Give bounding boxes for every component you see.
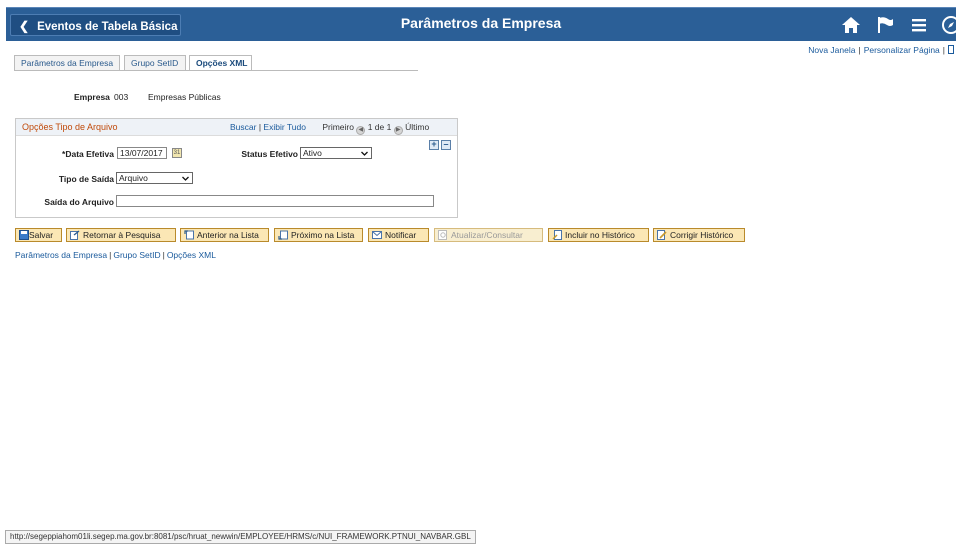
delete-row-icon[interactable]: – <box>441 140 451 150</box>
previous-row-icon[interactable]: ◀ <box>356 126 366 135</box>
output-file-label: Saída do Arquivo <box>44 197 114 207</box>
panel-title: Opções Tipo de Arquivo <box>22 122 118 132</box>
notify-button[interactable]: Notificar <box>368 228 429 242</box>
bottom-link-opcoes-xml[interactable]: Opções XML <box>167 250 216 260</box>
page-header: ❮ Eventos de Tabela Básica Parâmetros da … <box>6 7 956 41</box>
correct-history-button[interactable]: Corrigir Histórico <box>653 228 745 242</box>
view-all-link[interactable]: Exibir Tudo <box>263 122 306 132</box>
effective-status-value: Ativo <box>303 148 322 158</box>
previous-in-list-label: Anterior na Lista <box>197 230 259 240</box>
next-row-icon[interactable]: ▶ <box>393 126 403 135</box>
tab-opcoes-xml[interactable]: Opções XML <box>189 55 252 71</box>
tab-parametros-empresa[interactable]: Parâmetros da Empresa <box>14 55 120 70</box>
last-label: Último <box>405 122 430 132</box>
tab-label: Grupo SetID <box>131 58 179 68</box>
bottom-link-parametros-empresa[interactable]: Parâmetros da Empresa <box>15 250 107 260</box>
first-label: Primeiro <box>322 122 354 132</box>
page-title: Parâmetros da Empresa <box>400 15 562 31</box>
return-search-icon <box>70 230 80 240</box>
row-range: 1 de 1 <box>367 122 392 132</box>
search-link[interactable]: Buscar <box>230 122 256 132</box>
update-display-label: Atualizar/Consultar <box>451 230 523 240</box>
output-type-label: Tipo de Saída <box>58 174 114 184</box>
save-icon <box>19 230 29 240</box>
next-in-list-button[interactable]: Próximo na Lista <box>274 228 363 242</box>
effective-date-label: *Data Efetiva <box>62 149 114 159</box>
previous-in-list-button[interactable]: Anterior na Lista <box>180 228 269 242</box>
empresa-label: Empresa <box>74 92 110 102</box>
calendar-icon[interactable]: 31 <box>172 148 182 158</box>
tab-label: Parâmetros da Empresa <box>21 58 114 68</box>
tab-label: Opções XML <box>196 58 248 68</box>
output-type-value: Arquivo <box>119 173 148 183</box>
empresa-code: 003 <box>114 92 129 102</box>
bottom-page-links: Parâmetros da Empresa | Grupo SetID | Opções… <box>15 250 216 260</box>
next-in-list-label: Próximo na Lista <box>291 230 355 240</box>
top-links: Nova Janela | Personalizar Página | <box>808 45 954 55</box>
tab-grupo-setid[interactable]: Grupo SetID <box>124 55 186 70</box>
return-to-search-button[interactable]: Retornar à Pesquisa <box>66 228 176 242</box>
correct-history-icon <box>657 230 667 240</box>
effective-status-select[interactable]: Ativo <box>300 147 372 159</box>
next-list-icon <box>278 230 288 240</box>
window-top-edge <box>0 0 956 7</box>
menu-icon[interactable] <box>908 14 930 36</box>
chevron-down-icon <box>361 151 368 156</box>
browser-status-bar: http://segeppiahom01li.segep.ma.gov.br:8… <box>5 530 476 544</box>
personalize-page-link[interactable]: Personalizar Página <box>864 45 940 55</box>
empresa-description: Empresas Públicas <box>148 92 221 102</box>
navbar-compass-icon[interactable] <box>940 14 956 36</box>
panel-header: Opções Tipo de Arquivo Buscar | Exibir T… <box>16 119 457 136</box>
home-icon[interactable] <box>840 14 862 36</box>
tab-underline <box>14 70 418 71</box>
panel-navigation: Buscar | Exibir Tudo Primeiro ◀ 1 de 1 ▶… <box>230 122 430 135</box>
file-type-options-panel: Opções Tipo de Arquivo Buscar | Exibir T… <box>15 118 458 218</box>
update-display-icon <box>438 230 447 240</box>
include-history-icon <box>552 230 562 240</box>
include-in-history-label: Incluir no Histórico <box>565 230 635 240</box>
effective-status-label: Status Efetivo <box>241 149 298 159</box>
include-in-history-button[interactable]: Incluir no Histórico <box>548 228 649 242</box>
help-icon[interactable] <box>948 45 954 54</box>
chevron-down-icon <box>182 176 189 181</box>
previous-list-icon <box>184 230 194 240</box>
notify-label: Notificar <box>385 230 417 240</box>
update-display-button: Atualizar/Consultar <box>434 228 543 242</box>
save-button[interactable]: Salvar <box>15 228 62 242</box>
flag-icon[interactable] <box>874 14 896 36</box>
output-type-select[interactable]: Arquivo <box>116 172 193 184</box>
return-to-search-label: Retornar à Pesquisa <box>83 230 161 240</box>
add-row-icon[interactable]: + <box>429 140 439 150</box>
effective-date-field[interactable]: 13/07/2017 <box>117 147 167 159</box>
notify-icon <box>372 231 382 239</box>
save-label: Salvar <box>29 230 54 240</box>
new-window-link[interactable]: Nova Janela <box>808 45 855 55</box>
bottom-link-grupo-setid[interactable]: Grupo SetID <box>113 250 160 260</box>
output-file-field[interactable] <box>116 195 434 207</box>
correct-history-label: Corrigir Histórico <box>670 230 734 240</box>
